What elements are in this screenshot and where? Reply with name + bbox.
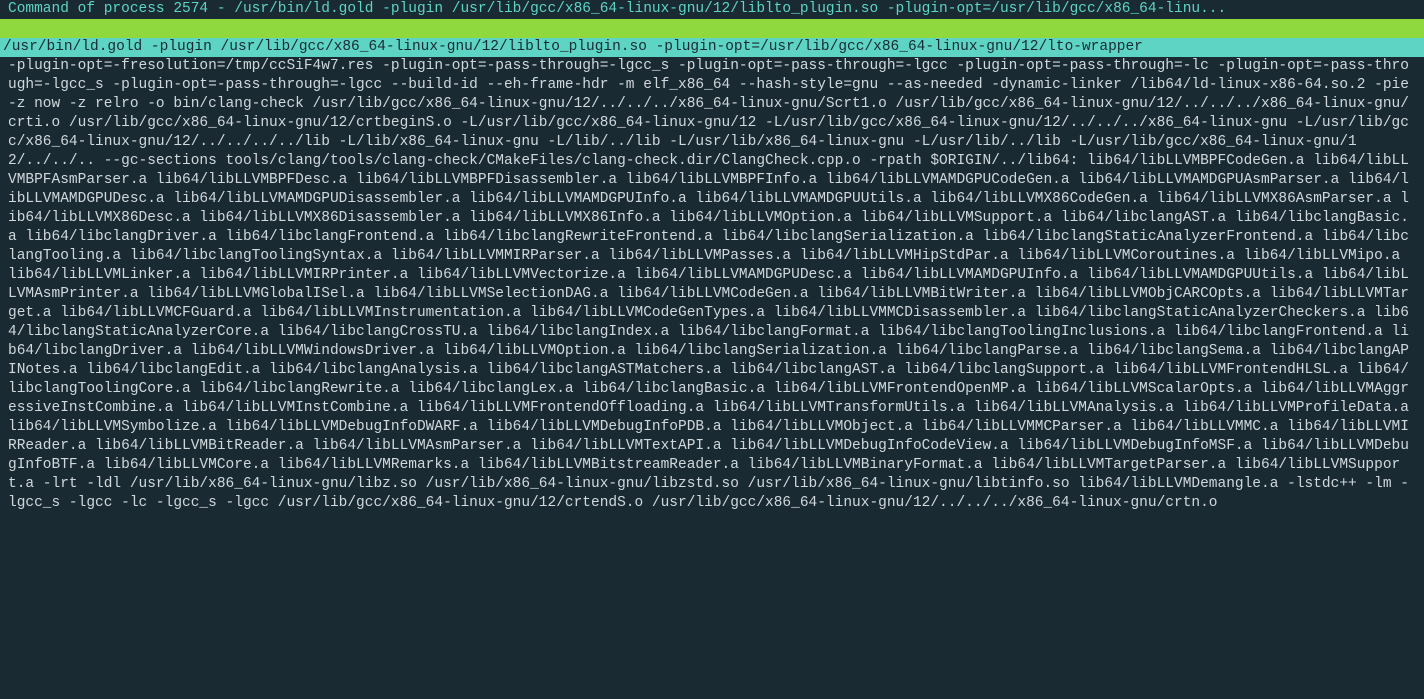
- window-title: Command of process 2574 - /usr/bin/ld.go…: [0, 0, 1424, 19]
- command-body: -plugin-opt=-fresolution=/tmp/ccSiF4w7.r…: [0, 57, 1424, 513]
- highlighted-command[interactable]: /usr/bin/ld.gold -plugin /usr/lib/gcc/x8…: [0, 38, 1424, 57]
- separator-bar: [0, 19, 1424, 38]
